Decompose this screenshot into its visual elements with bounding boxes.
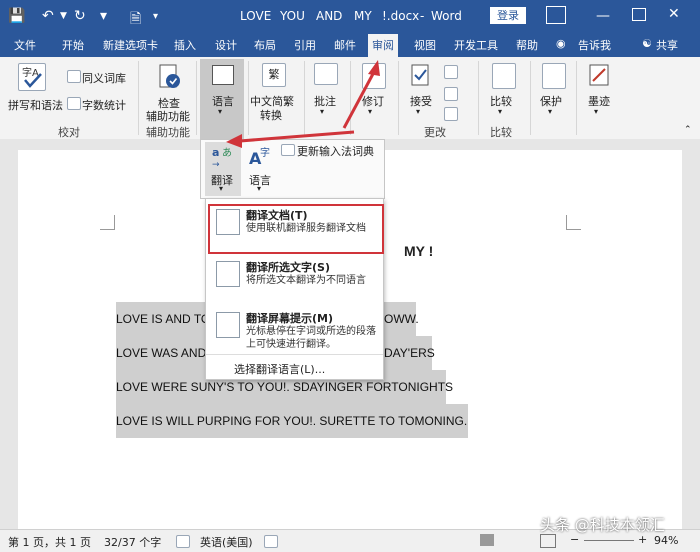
language-status[interactable]: 英语(美国): [200, 534, 253, 550]
annotation-arrows: [226, 60, 380, 148]
macro-icon[interactable]: [264, 535, 278, 548]
web-layout-icon[interactable]: [540, 534, 556, 548]
read-mode-icon[interactable]: [480, 534, 494, 546]
page-count[interactable]: 第 1 页，共 1 页: [8, 534, 91, 550]
watermark: 头条 @科技本领汇: [540, 516, 665, 534]
proofing-status-icon[interactable]: [176, 535, 190, 548]
zoom-slider[interactable]: [584, 540, 634, 541]
zoom-level[interactable]: 94%: [654, 534, 678, 547]
word-count[interactable]: 32/37 个字: [104, 534, 161, 550]
